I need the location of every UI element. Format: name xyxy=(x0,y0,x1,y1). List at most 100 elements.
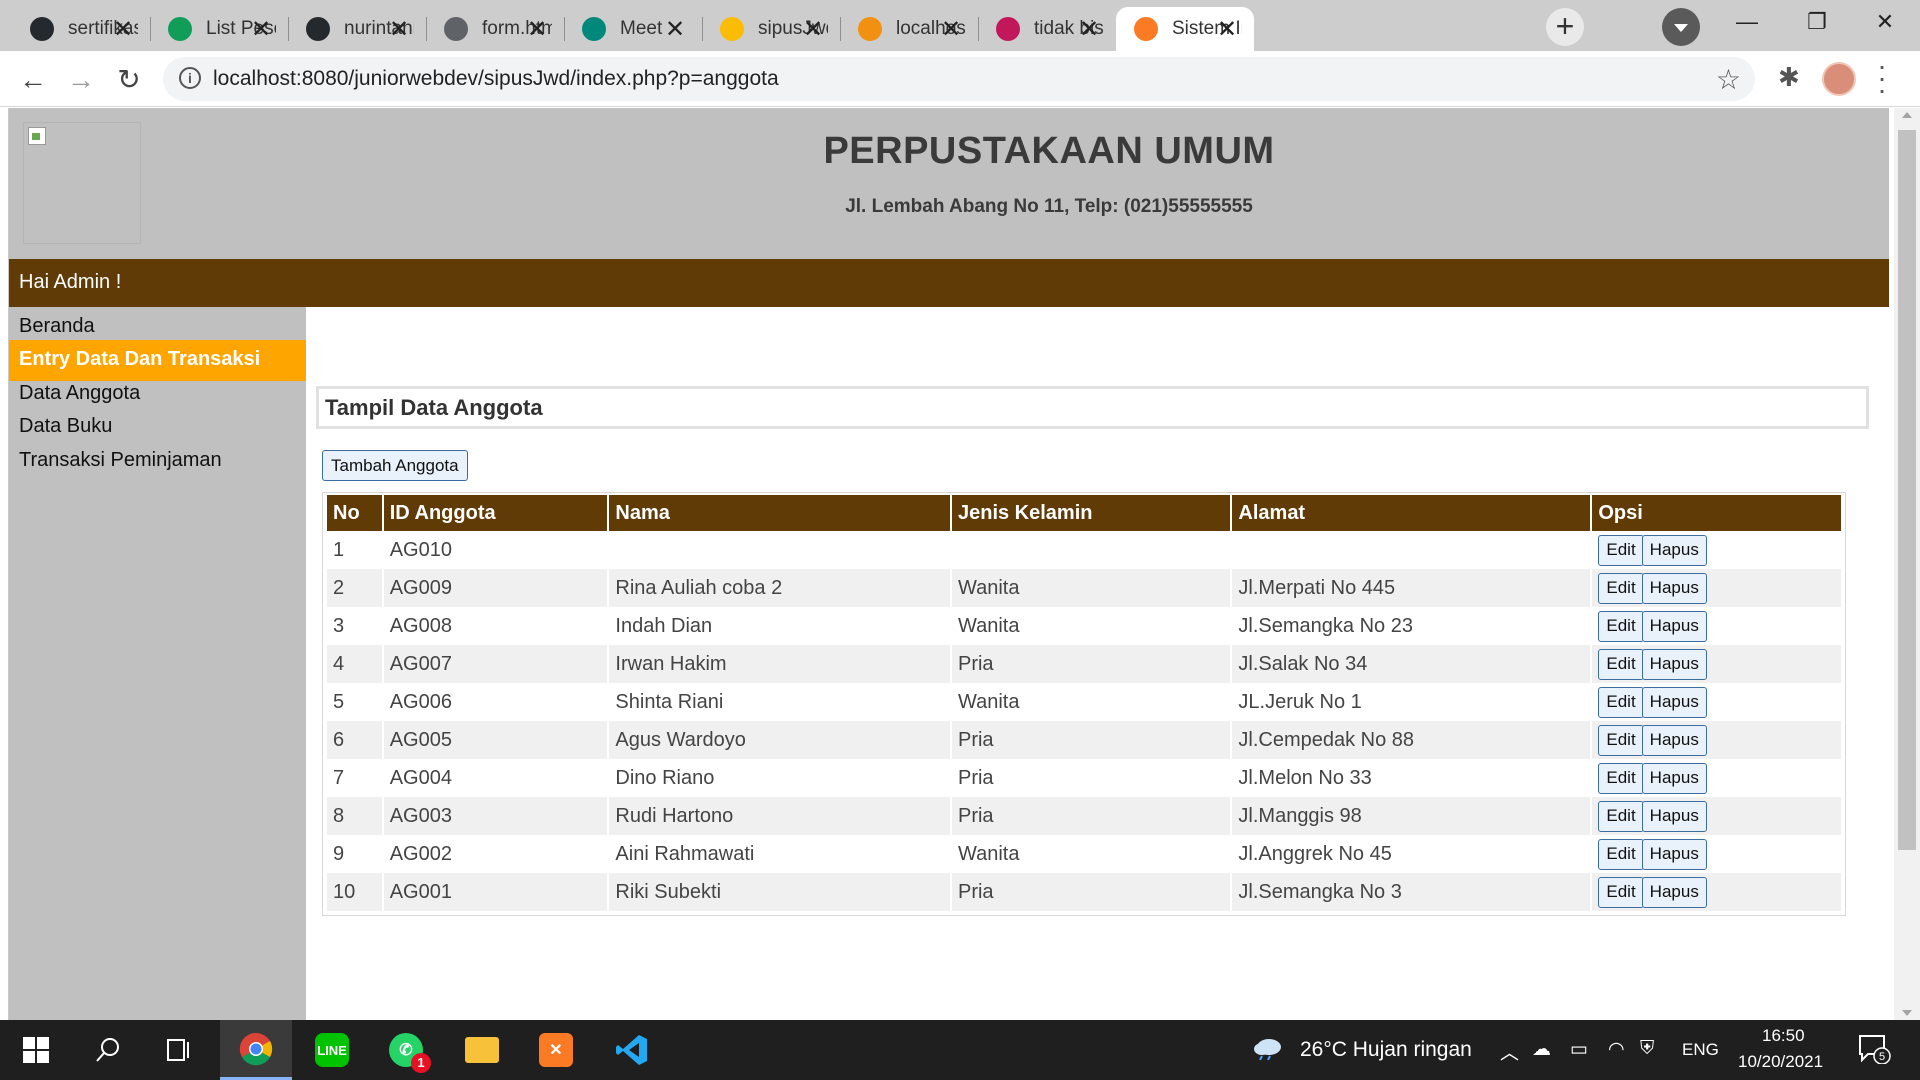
clock-date[interactable]: 10/20/2021 xyxy=(1738,1052,1823,1072)
close-tab-icon[interactable]: ✕ xyxy=(800,15,826,44)
edit-button[interactable]: Edit xyxy=(1598,686,1644,718)
xampp-icon[interactable]: ✕ xyxy=(520,1020,592,1080)
sheets-icon xyxy=(168,17,192,41)
url-text[interactable]: localhost:8080/juniorwebdev/sipusJwd/ind… xyxy=(213,67,779,91)
edit-button[interactable]: Edit xyxy=(1598,572,1644,604)
windows-start-icon[interactable] xyxy=(0,1020,72,1080)
delete-button[interactable]: Hapus xyxy=(1641,838,1707,870)
cell-id-anggota: AG005 xyxy=(383,721,608,759)
line-app-icon[interactable]: LINE xyxy=(296,1020,368,1080)
browser-menu-icon[interactable]: · · · xyxy=(1872,52,1892,104)
forward-arrow-icon[interactable]: → xyxy=(62,61,100,99)
antivirus-icon[interactable]: ⛨ xyxy=(1640,1038,1654,1060)
cell-jenis-kelamin: Pria xyxy=(957,766,994,789)
delete-button[interactable]: Hapus xyxy=(1641,876,1707,908)
browser-tab[interactable]: Meet ✕ xyxy=(564,7,702,51)
drive-icon xyxy=(720,17,744,41)
delete-button[interactable]: Hapus xyxy=(1641,762,1707,794)
edit-button[interactable]: Edit xyxy=(1598,610,1644,642)
new-tab-button[interactable]: + xyxy=(1546,8,1584,46)
close-tab-icon[interactable]: ✕ xyxy=(248,15,274,44)
browser-tab[interactable]: localhost ✕ xyxy=(840,7,978,51)
clock-time[interactable]: 16:50 xyxy=(1762,1026,1805,1046)
restore-button[interactable]: ❐ xyxy=(1782,0,1852,44)
cell-nama xyxy=(609,531,950,569)
cell-nama: Irwan Hakim xyxy=(609,645,950,683)
delete-button[interactable]: Hapus xyxy=(1641,686,1707,718)
github-icon xyxy=(30,17,54,41)
notification-center-icon[interactable]: 5 xyxy=(1858,1034,1892,1070)
close-tab-icon[interactable]: ✕ xyxy=(386,15,412,44)
show-hidden-icons-chevron-icon[interactable]: ︿ xyxy=(1500,1038,1519,1065)
cell-id-anggota: AG006 xyxy=(389,690,452,713)
browser-tab-strip: sertifikasi✕List Peserta✕nurintanm✕form.… xyxy=(0,0,1920,51)
language-indicator[interactable]: ENG xyxy=(1682,1040,1719,1060)
browser-tab[interactable]: form.html✕ xyxy=(426,7,564,51)
cell-nama: Rudi Hartono xyxy=(609,797,950,835)
page-scrollbar[interactable] xyxy=(1894,108,1920,1020)
table-row: 6 AG005 Agus Wardoyo Pria Jl.Cempedak No 88 E… xyxy=(327,721,1841,759)
back-arrow-icon[interactable]: ← xyxy=(14,61,52,99)
search-icon[interactable] xyxy=(72,1020,144,1080)
edit-button[interactable]: Edit xyxy=(1598,724,1644,756)
cell-jenis-kelamin: Pria xyxy=(951,721,1231,759)
column-header-nama: Nama xyxy=(609,495,950,531)
windows-taskbar: LINE ✆ 1 ✕ 26°C Hujan ringan ︿ ☁ ▭ ◠ ⛨ E… xyxy=(0,1020,1920,1080)
scroll-down-arrow-icon[interactable] xyxy=(1902,1010,1912,1016)
close-tab-icon[interactable]: ✕ xyxy=(938,15,964,44)
extensions-puzzle-icon[interactable]: ✱ xyxy=(1778,62,1800,93)
vscode-icon[interactable] xyxy=(596,1020,668,1080)
close-window-button[interactable]: ✕ xyxy=(1850,0,1920,44)
edit-button[interactable]: Edit xyxy=(1598,876,1644,908)
minimize-button[interactable]: — xyxy=(1712,0,1782,44)
column-header-id: ID Anggota xyxy=(383,495,608,531)
sidebar-item-transaksi-peminjaman[interactable]: Transaksi Peminjaman xyxy=(9,441,306,482)
delete-button[interactable]: Hapus xyxy=(1641,610,1707,642)
close-tab-icon[interactable]: ✕ xyxy=(1214,15,1240,44)
browser-tab[interactable]: Sistem Informasi✕ xyxy=(1116,7,1254,51)
chrome-taskbar-icon[interactable] xyxy=(220,1020,292,1080)
bookmark-star-icon[interactable]: ☆ xyxy=(1716,63,1741,96)
scroll-thumb[interactable] xyxy=(1898,130,1916,850)
edit-button[interactable]: Edit xyxy=(1598,838,1644,870)
browser-toolbar: ← → ↻ i localhost:8080/juniorwebdev/sipu… xyxy=(0,51,1920,107)
scroll-up-arrow-icon[interactable] xyxy=(1902,112,1912,118)
tab-search-button[interactable] xyxy=(1662,8,1700,46)
delete-button[interactable]: Hapus xyxy=(1641,648,1707,680)
wifi-icon[interactable]: ◠ xyxy=(1608,1038,1625,1061)
delete-button[interactable]: Hapus xyxy=(1641,572,1707,604)
browser-tab[interactable]: nurintanm✕ xyxy=(288,7,426,51)
cell-opsi: Edit Hapus xyxy=(1592,873,1841,911)
onedrive-cloud-icon[interactable]: ☁ xyxy=(1532,1038,1551,1061)
close-tab-icon[interactable]: ✕ xyxy=(662,15,688,44)
edit-button[interactable]: Edit xyxy=(1598,648,1644,680)
cell-jenis-kelamin xyxy=(952,531,1230,569)
add-member-button[interactable]: Tambah Anggota xyxy=(322,450,468,481)
table-row: 3 AG008 Indah Dian Wanita Jl.Semangka No 23 E… xyxy=(327,607,1841,645)
browser-tab[interactable]: List Peserta✕ xyxy=(150,7,288,51)
close-tab-icon[interactable]: ✕ xyxy=(110,15,136,44)
edit-button[interactable]: Edit xyxy=(1598,534,1644,566)
reload-icon[interactable]: ↻ xyxy=(110,61,148,99)
profile-avatar[interactable] xyxy=(1822,62,1856,96)
greeting-text: Hai Admin ! xyxy=(19,271,122,293)
browser-tab[interactable]: sertifikasi✕ xyxy=(12,7,150,51)
delete-button[interactable]: Hapus xyxy=(1641,800,1707,832)
edit-button[interactable]: Edit xyxy=(1598,800,1644,832)
close-tab-icon[interactable]: ✕ xyxy=(524,15,550,44)
delete-button[interactable]: Hapus xyxy=(1641,724,1707,756)
task-view-icon[interactable] xyxy=(144,1020,216,1080)
battery-icon[interactable]: ▭ xyxy=(1570,1038,1588,1061)
phpmyadmin-icon xyxy=(858,17,882,41)
file-explorer-icon[interactable] xyxy=(446,1020,518,1080)
site-info-icon[interactable]: i xyxy=(179,67,201,89)
close-tab-icon[interactable]: ✕ xyxy=(1076,15,1102,44)
weather-text[interactable]: 26°C Hujan ringan xyxy=(1300,1038,1472,1062)
weather-cloud-icon[interactable] xyxy=(1252,1034,1284,1066)
address-bar[interactable]: i localhost:8080/juniorwebdev/sipusJwd/i… xyxy=(163,57,1755,101)
delete-button[interactable]: Hapus xyxy=(1641,534,1707,566)
whatsapp-icon[interactable]: ✆ 1 xyxy=(370,1020,442,1080)
browser-tab[interactable]: sipusJwd✕ xyxy=(702,7,840,51)
browser-tab[interactable]: tidak bisa✕ xyxy=(978,7,1116,51)
edit-button[interactable]: Edit xyxy=(1598,762,1644,794)
